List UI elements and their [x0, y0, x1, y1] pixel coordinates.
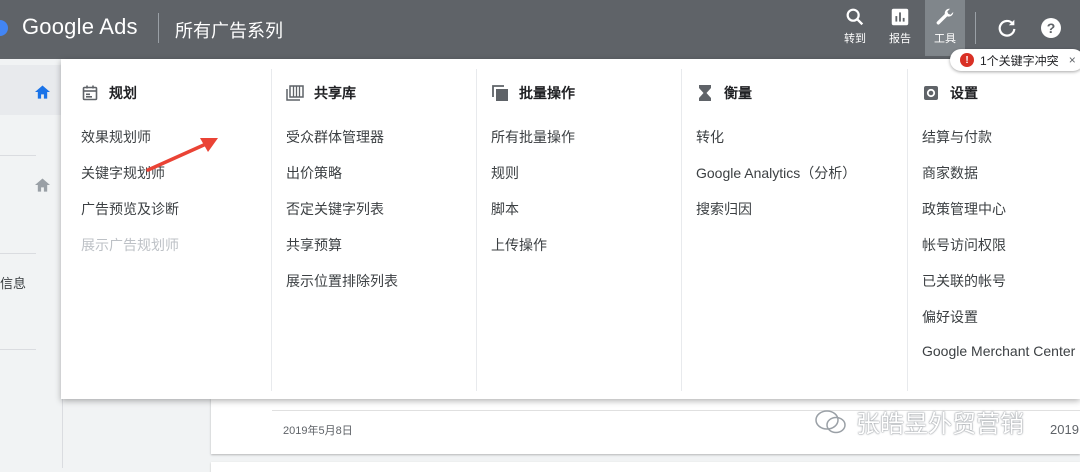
tools-label: 工具	[934, 33, 956, 45]
menu-item-account-access[interactable]: 帐号访问权限	[922, 235, 1006, 255]
bar-chart-icon	[891, 8, 909, 26]
menu-item-performance-planner[interactable]: 效果规划师	[81, 127, 151, 147]
menu-item-scripts[interactable]: 脚本	[491, 199, 519, 219]
background-card	[211, 462, 1080, 472]
copy-icon	[491, 84, 509, 102]
google-ads-logo-icon	[0, 20, 8, 36]
menu-item-uploads[interactable]: 上传操作	[491, 235, 547, 255]
brand-name[interactable]: Google Ads	[22, 14, 138, 40]
menu-item-audience-manager[interactable]: 受众群体管理器	[286, 127, 384, 147]
menu-heading-label: 衡量	[724, 85, 752, 101]
menu-item-google-merchant-center[interactable]: Google Merchant Center	[922, 343, 1075, 359]
sidebar-divider	[0, 349, 36, 350]
menu-item-negative-keyword-lists[interactable]: 否定关键字列表	[286, 199, 384, 219]
refresh-button[interactable]	[993, 14, 1021, 42]
sidebar-divider	[0, 155, 36, 156]
menu-column-bulk-actions: 批量操作 所有批量操作 规则 脚本 上传操作	[477, 59, 681, 391]
menu-item-billing[interactable]: 结算与付款	[922, 127, 992, 147]
annotation-arrow-icon	[146, 138, 218, 172]
menu-item-bid-strategies[interactable]: 出价策略	[286, 163, 342, 183]
title-divider	[158, 13, 159, 43]
refresh-icon	[998, 19, 1016, 37]
reports-button[interactable]: 报告	[880, 6, 920, 56]
sidebar-item-overview[interactable]	[0, 65, 62, 115]
search-icon	[846, 8, 864, 26]
menu-item-conversions[interactable]: 转化	[696, 127, 724, 147]
menu-heading-label: 设置	[950, 85, 978, 101]
menu-heading-shared-library: 共享库	[286, 83, 356, 103]
menu-item-shared-budgets[interactable]: 共享预算	[286, 235, 342, 255]
calendar-icon	[81, 84, 99, 102]
menu-item-linked-accounts[interactable]: 已关联的帐号	[922, 271, 1006, 291]
background-date-partial: 2019	[1050, 422, 1079, 437]
goto-button[interactable]: 转到	[835, 6, 875, 56]
menu-item-business-data[interactable]: 商家数据	[922, 163, 978, 183]
menu-heading-setup: 设置	[922, 83, 978, 103]
menu-column-setup: 设置 结算与付款 商家数据 政策管理中心 帐号访问权限 已关联的帐号 偏好设置 …	[908, 59, 1080, 391]
close-icon[interactable]: ×	[1069, 53, 1076, 67]
home-icon	[35, 85, 50, 99]
wechat-logo-icon	[815, 409, 846, 433]
help-button[interactable]: ?	[1037, 14, 1065, 42]
goto-label: 转到	[844, 33, 866, 45]
menu-column-shared-library: 共享库 受众群体管理器 出价策略 否定关键字列表 共享预算 展示位置排除列表	[272, 59, 477, 391]
wrench-icon	[936, 8, 954, 25]
menu-column-planning: 规划 效果规划师 关键字规划师 广告预览及诊断 展示广告规划师	[61, 59, 271, 391]
svg-text:?: ?	[1047, 20, 1056, 36]
background-date: 2019年5月8日	[283, 425, 353, 437]
menu-heading-planning: 规划	[81, 83, 137, 103]
hourglass-icon	[696, 84, 714, 102]
keyword-conflict-label: 1个关键字冲突	[980, 53, 1059, 68]
menu-heading-label: 批量操作	[519, 85, 575, 101]
keyword-conflict-chip[interactable]: ! 1个关键字冲突 ×	[950, 49, 1080, 71]
menu-item-preferences[interactable]: 偏好设置	[922, 307, 978, 327]
menu-item-google-analytics[interactable]: Google Analytics（分析）	[696, 163, 856, 183]
menu-item-rules[interactable]: 规则	[491, 163, 519, 183]
menu-heading-label: 共享库	[314, 85, 356, 101]
error-icon: !	[960, 53, 974, 67]
tools-mega-menu: 规划 效果规划师 关键字规划师 广告预览及诊断 展示广告规划师 共享库 受众群体…	[61, 59, 1080, 399]
menu-heading-measurement: 衡量	[696, 83, 752, 103]
library-icon	[286, 84, 304, 102]
tools-button[interactable]: 工具	[925, 0, 965, 56]
page-title: 所有广告系列	[175, 21, 283, 41]
sidebar-divider	[0, 253, 36, 254]
menu-item-placement-exclusion-lists[interactable]: 展示位置排除列表	[286, 271, 398, 291]
watermark-text: 张皓昱外贸营销	[856, 411, 1024, 438]
menu-column-measurement: 衡量 转化 Google Analytics（分析） 搜索归因	[682, 59, 907, 391]
watermark: 张皓昱外贸营销	[814, 404, 1024, 439]
menu-item-display-planner: 展示广告规划师	[81, 237, 179, 253]
sidebar-item-home[interactable]	[0, 165, 62, 205]
help-icon: ?	[1041, 18, 1061, 38]
top-app-bar: Google Ads 所有广告系列 转到 报告 工具 ?	[0, 0, 1080, 59]
home-icon	[35, 178, 50, 192]
settings-icon	[922, 84, 940, 102]
menu-heading-bulk-actions: 批量操作	[491, 83, 575, 103]
reports-label: 报告	[889, 33, 911, 45]
left-sidebar: 信息	[0, 59, 63, 468]
menu-item-policy-manager[interactable]: 政策管理中心	[922, 199, 1006, 219]
menu-item-ad-preview[interactable]: 广告预览及诊断	[81, 199, 179, 219]
toolbar-divider	[975, 12, 976, 44]
menu-item-search-attribution[interactable]: 搜索归因	[696, 199, 752, 219]
sidebar-item-info[interactable]: 信息	[0, 273, 26, 292]
menu-item-all-bulk-actions[interactable]: 所有批量操作	[491, 127, 575, 147]
menu-heading-label: 规划	[109, 85, 137, 101]
